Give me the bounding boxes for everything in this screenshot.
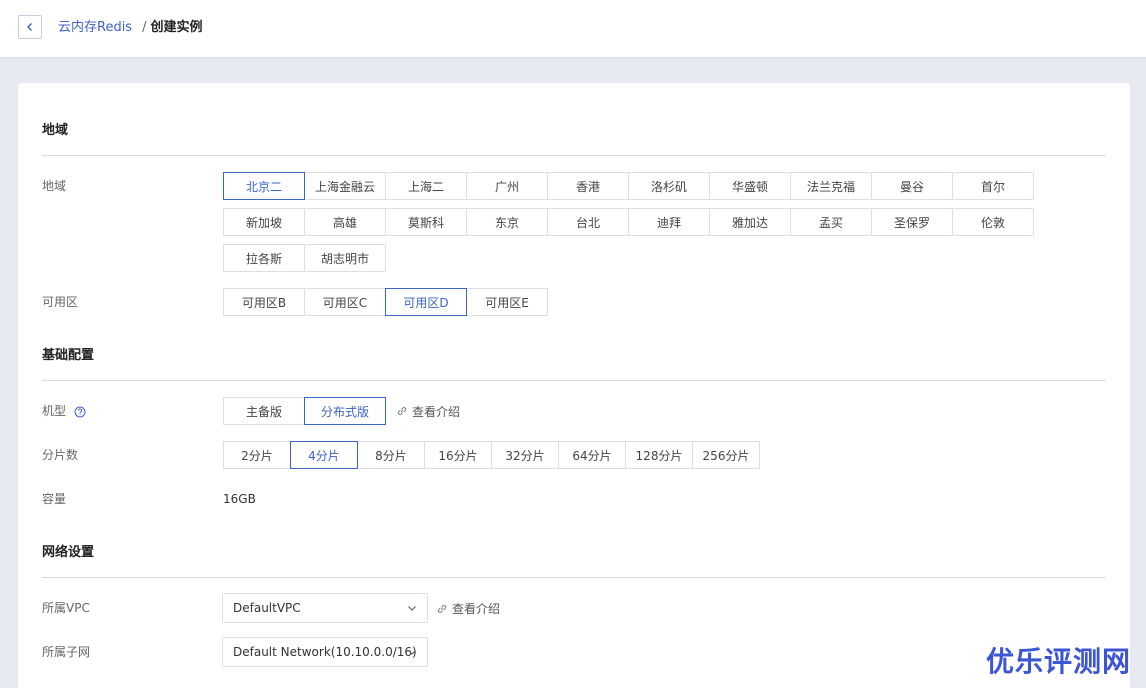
region-option[interactable]: 伦敦 [952,208,1034,236]
section-title-basic: 基础配置 [42,348,95,363]
region-option[interactable]: 华盛顿 [709,172,791,200]
shard-option[interactable]: 128分片 [625,441,693,469]
shard-option[interactable]: 8分片 [357,441,425,469]
region-option[interactable]: 新加坡 [223,208,305,236]
breadcrumb: 云内存Redis / 创建实例 [58,20,203,36]
back-button[interactable] [18,15,42,39]
zone-option-b[interactable]: 可用区B [223,288,305,316]
vpc-label: 所属VPC [42,601,90,615]
region-option[interactable]: 广州 [466,172,548,200]
capacity-label: 容量 [42,492,67,506]
vpc-intro-link-text: 查看介绍 [452,602,501,616]
breadcrumb-parent-link[interactable]: 云内存Redis [58,20,132,35]
section-title-network: 网络设置 [42,545,95,560]
region-option[interactable]: 高雄 [304,208,386,236]
watermark-logo: 优乐评测网 [986,645,1132,678]
link-icon [437,604,447,613]
chevron-down-icon [408,606,416,611]
page-title: 创建实例 [150,20,203,35]
subnet-label: 所属子网 [42,645,91,659]
zone-option-d[interactable]: 可用区D [385,288,467,316]
shard-option[interactable]: 2分片 [223,441,291,469]
region-option[interactable]: 雅加达 [709,208,791,236]
region-option[interactable]: 曼谷 [871,172,953,200]
link-icon [397,407,407,415]
breadcrumb-separator: / [142,20,147,35]
region-option[interactable]: 香港 [547,172,629,200]
form-card: 地域 地域 北京二 上海金融云 上海二 广州 香港 洛杉矶 华盛顿 法兰克福 曼… [18,83,1130,688]
region-label: 地域 [42,179,67,193]
chevron-down-icon [408,650,416,655]
region-option[interactable]: 法兰克福 [790,172,872,200]
shard-option[interactable]: 256分片 [692,441,760,469]
machine-type-label-text: 机型 [42,404,67,418]
vpc-select-value: DefaultVPC [233,601,301,615]
shards-label: 分片数 [42,448,79,462]
section-divider [42,380,1106,381]
help-icon[interactable] [74,406,86,418]
region-option-beijing2[interactable]: 北京二 [223,172,305,200]
region-option[interactable]: 洛杉矶 [628,172,710,200]
machine-type-options: 主备版 分布式版 查看介绍 [223,397,460,425]
zone-option-c[interactable]: 可用区C [304,288,386,316]
machine-type-label: 机型 [42,403,86,419]
section-divider [42,155,1106,156]
region-option[interactable]: 首尔 [952,172,1034,200]
vpc-link-wrap: 查看介绍 [436,600,500,617]
shard-option[interactable]: 32分片 [491,441,559,469]
region-options-row-1: 北京二 上海金融云 上海二 广州 香港 洛杉矶 华盛顿 法兰克福 曼谷 首尔 [223,172,1034,200]
vpc-intro-link[interactable]: 查看介绍 [436,600,500,617]
region-option[interactable]: 胡志明市 [304,244,386,272]
region-option[interactable]: 圣保罗 [871,208,953,236]
chevron-left-icon [27,23,32,31]
machine-intro-link[interactable]: 查看介绍 [396,397,460,425]
region-option[interactable]: 拉各斯 [223,244,305,272]
region-options-row-2: 新加坡 高雄 莫斯科 东京 台北 迪拜 雅加达 孟买 圣保罗 伦敦 [223,208,1034,236]
region-option[interactable]: 莫斯科 [385,208,467,236]
zone-label: 可用区 [42,295,79,309]
capacity-value: 16GB [223,492,256,506]
region-option[interactable]: 迪拜 [628,208,710,236]
shard-option[interactable]: 4分片 [290,441,358,469]
vpc-select[interactable]: DefaultVPC [222,593,428,623]
region-option[interactable]: 东京 [466,208,548,236]
section-title-region: 地域 [42,123,69,138]
section-divider [42,577,1106,578]
region-option[interactable]: 上海二 [385,172,467,200]
machine-option-distributed[interactable]: 分布式版 [304,397,386,425]
top-bar: 云内存Redis / 创建实例 [0,0,1146,58]
shards-options: 2分片 4分片 8分片 16分片 32分片 64分片 128分片 256分片 [223,441,760,469]
region-option[interactable]: 孟买 [790,208,872,236]
subnet-select-value: Default Network(10.10.0.0/16) [233,645,417,659]
zone-option-e[interactable]: 可用区E [466,288,548,316]
shard-option[interactable]: 16分片 [424,441,492,469]
subnet-select[interactable]: Default Network(10.10.0.0/16) [222,637,428,667]
zone-options: 可用区B 可用区C 可用区D 可用区E [223,288,548,316]
region-option[interactable]: 上海金融云 [304,172,386,200]
region-options-row-3: 拉各斯 胡志明市 [223,244,386,272]
machine-intro-link-text: 查看介绍 [412,404,461,419]
region-option[interactable]: 台北 [547,208,629,236]
shard-option[interactable]: 64分片 [558,441,626,469]
machine-option-standby[interactable]: 主备版 [223,397,305,425]
